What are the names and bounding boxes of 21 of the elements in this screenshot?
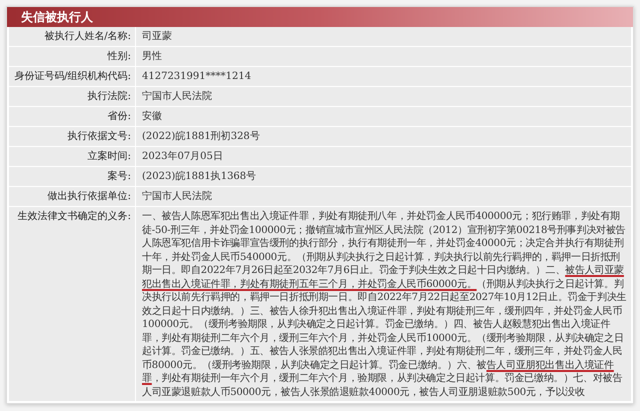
field-value: (2022)皖1881刑初328号: [136, 127, 631, 146]
field-value: 安徽: [136, 107, 631, 126]
field-value: 宁国市人民法院: [136, 187, 631, 206]
field-label: 案号:: [9, 167, 135, 186]
field-label: 生效法律文书确定的义务:: [9, 207, 135, 401]
field-value: 宁国市人民法院: [136, 87, 631, 106]
field-value: 2023年07月05日: [136, 147, 631, 166]
field-value: (2023)皖1881执1368号: [136, 167, 631, 186]
panel-title: 失信被执行人: [7, 7, 633, 27]
field-label: 性别:: [9, 47, 135, 66]
field-label: 省份:: [9, 107, 135, 126]
field-label: 执行依据文号:: [9, 127, 135, 146]
field-value: 男性: [136, 47, 631, 66]
field-label: 身份证号码/组织机构代码:: [9, 67, 135, 86]
field-label: 做出执行依据单位:: [9, 187, 135, 206]
field-value: 4127231991****1214: [136, 67, 631, 86]
duty-paragraph: 一、被告人陈恩军犯出售出入境证件罪，判处有期徒刑八年，并处罚金人民币400000元；犯行贿罪，判处有期徒-50-刑三年，并处罚金100000元；撤销宣城市宣州区人民法院（2012）宣刑初字第00218号刑事判决对被告人陈恩军犯信用卡诈骗罪宣告缓刑的执行部分，执行有期徒刑一年，并处罚金40000元；决定合并执行有期徒刑十年，并处罚金人民币540000元。（刑期从判决执行之日起计算，判决执行以前先行羁押的，羁押一日折抵刑期一日。即自2022年7月26日起至2032年7月6日止。罚金于判决生效之日起十日内缴纳。）二、被告人司亚蒙犯出售出入境证件罪，判处有期徒刑五年三个月，并处罚金人民币60000元。（刑期从判决执行之日起计算。判决执行以前先行羁押的，羁押一日折抵刑期一日。即自2022年7月22日起至2027年10月12日止。罚金于判决生效之日起十日内缴纳。）三、被告人徐升犯出售出入境证件罪，判处有期徒刑三年，缓刑四年，并处罚金人民币100000元。（缓刑考验期限，从判决确定之日起计算。罚金已缴纳。）四、被告人赵毅慧犯出售出入境证件罪，判处有期徒刑二年六个月，缓刑三年六个月，并处罚金人民币10000元。（缓刑考验期限，从判决确定之日起计算。罚金已缴纳。）五、被告人张景皓犯出售出入境证件罪，判处有期徒刑二年，缓刑三年，并处罚金人民币80000元。（缓刑考验期限，从判决确定之日起计算。罚金已缴纳。）六、被告人司亚朋犯出售出入境证件罪，判处有期徒刑一年六个月，缓刑二年六个月，验期限，从判决确定之日起计算。罚金已缴纳。）七、对被告人司亚蒙退赃款人币50000元，被告人张景皓退赃款40000元，被告人司亚朋退赃款500元，予以没收: [136, 207, 631, 401]
field-label: 执行法院:: [9, 87, 135, 106]
field-label: 立案时间:: [9, 147, 135, 166]
field-label: 被执行人姓名/名称:: [9, 27, 135, 46]
field-value: 司亚蒙: [136, 27, 631, 46]
